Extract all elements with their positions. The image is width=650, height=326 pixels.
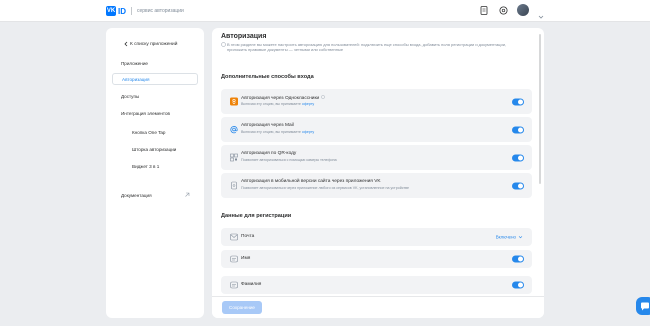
save-button[interactable]: Сохранение <box>222 301 262 314</box>
sidebar-item-access[interactable]: Доступы <box>112 90 198 102</box>
reg-field-first-name: Имя <box>221 250 532 268</box>
login-method-desc: Позволяет авторизоваться через приложени… <box>241 186 410 190</box>
sidebar-item-authorization[interactable]: Авторизация <box>112 73 198 85</box>
sidebar-item-label: Доступы <box>121 93 140 99</box>
sidebar-item-auth-sheet[interactable]: Шторка авторизации <box>112 143 198 155</box>
sidebar-item-label: Документация <box>121 192 152 198</box>
page-title: Авторизация <box>221 33 267 40</box>
chat-bubble-icon <box>641 302 649 310</box>
last-name-toggle[interactable] <box>512 281 524 289</box>
login-method-title: Авторизация через Mail <box>241 123 294 128</box>
scrollbar[interactable] <box>539 34 541 184</box>
reg-field-label: Фамилия <box>241 282 262 287</box>
footer-bar: Сохранение <box>212 296 544 318</box>
name-card-icon <box>229 281 238 290</box>
sidebar-item-label: Кнопка One Tap <box>132 129 166 135</box>
login-method-qr: Авторизация по QR-коду Позволяет авториз… <box>221 145 532 170</box>
chevron-down-icon <box>518 236 523 239</box>
login-method-vk-apps: Авторизация в мобильной версии сайта чер… <box>221 173 532 198</box>
document-icon[interactable] <box>479 5 489 15</box>
reg-field-label: Имя <box>241 256 251 261</box>
sidebar-item-label: Авторизация <box>122 76 150 82</box>
description-text: В этом разделе вы можете настроить автор… <box>227 42 507 52</box>
login-method-ok: Авторизация через Одноклассники Включая … <box>221 89 532 114</box>
sidebar-item-one-tap[interactable]: Кнопка One Tap <box>112 126 198 138</box>
login-method-title: Авторизация через Одноклассники <box>241 95 325 101</box>
sidebar-item-docs[interactable]: Документация <box>112 189 198 201</box>
reg-field-email: Почта Включено <box>221 228 532 246</box>
vk-apps-login-toggle[interactable] <box>512 182 524 189</box>
vk-logo-icon: VK <box>106 6 116 16</box>
login-method-title: Авторизация по QR-коду <box>241 151 297 156</box>
offer-link[interactable]: оферту <box>302 130 314 134</box>
back-to-apps-link[interactable]: К списку приложений <box>112 38 198 50</box>
sidebar-item-label: Шторка авторизации <box>132 146 177 152</box>
sidebar: К списку приложений Приложение Авторизац… <box>106 28 204 318</box>
logo-id-text: ID <box>118 6 126 16</box>
sidebar-item-label: Интеграция элементов <box>121 110 170 116</box>
arrow-left-icon <box>123 41 129 49</box>
page-description: В этом разделе вы можете настроить автор… <box>221 42 521 52</box>
first-name-toggle[interactable] <box>512 255 524 263</box>
odnoklassniki-icon <box>229 97 238 106</box>
login-method-desc: Включая эту опцию, вы принимаете оферту <box>241 102 315 106</box>
sidebar-item-app[interactable]: Приложение <box>112 57 198 69</box>
avatar[interactable] <box>517 4 529 16</box>
logo-divider <box>131 7 132 15</box>
vk-id-logo[interactable]: VK ID сервис авторизации <box>106 6 184 16</box>
envelope-icon <box>229 233 238 242</box>
name-card-icon <box>229 255 238 264</box>
section-title-extra-login: Дополнительные способы входа <box>221 74 314 80</box>
back-label: К списку приложений <box>130 41 178 47</box>
login-method-mail: Авторизация через Mail Включая эту опцию… <box>221 117 532 142</box>
sidebar-item-integration[interactable]: Интеграция элементов <box>112 107 198 119</box>
ok-login-toggle[interactable] <box>512 98 524 105</box>
external-link-icon <box>184 192 190 199</box>
sidebar-item-widget[interactable]: Виджет 3 в 1 <box>112 160 198 172</box>
mail-at-icon <box>229 125 238 134</box>
sidebar-item-label: Приложение <box>121 60 148 66</box>
top-bar: VK ID сервис авторизации <box>0 0 650 22</box>
qr-login-toggle[interactable] <box>512 154 524 161</box>
mail-login-toggle[interactable] <box>512 126 524 133</box>
support-icon[interactable] <box>498 5 508 15</box>
service-label: сервис авторизации <box>137 8 184 14</box>
login-method-desc: Включая эту опцию, вы принимаете оферту <box>241 130 315 134</box>
chat-button[interactable] <box>636 297 650 315</box>
reg-field-last-name: Фамилия <box>221 276 532 294</box>
chevron-down-icon[interactable] <box>538 7 544 19</box>
offer-link[interactable]: оферту <box>302 102 314 106</box>
info-icon <box>221 42 226 48</box>
login-method-title: Авторизация в мобильной версии сайта чер… <box>241 179 381 184</box>
help-icon[interactable] <box>320 95 325 101</box>
main-panel: Авторизация В этом разделе вы можете нас… <box>212 28 544 318</box>
login-method-desc: Позволяет авторизоваться с помощью камер… <box>241 158 337 162</box>
email-mode-select[interactable]: Включено <box>496 235 523 240</box>
qr-code-icon <box>229 153 238 162</box>
section-title-registration: Данные для регистрации <box>221 213 292 219</box>
phone-apps-icon <box>229 181 238 190</box>
reg-field-label: Почта <box>241 234 255 239</box>
sidebar-item-label: Виджет 3 в 1 <box>132 163 160 169</box>
